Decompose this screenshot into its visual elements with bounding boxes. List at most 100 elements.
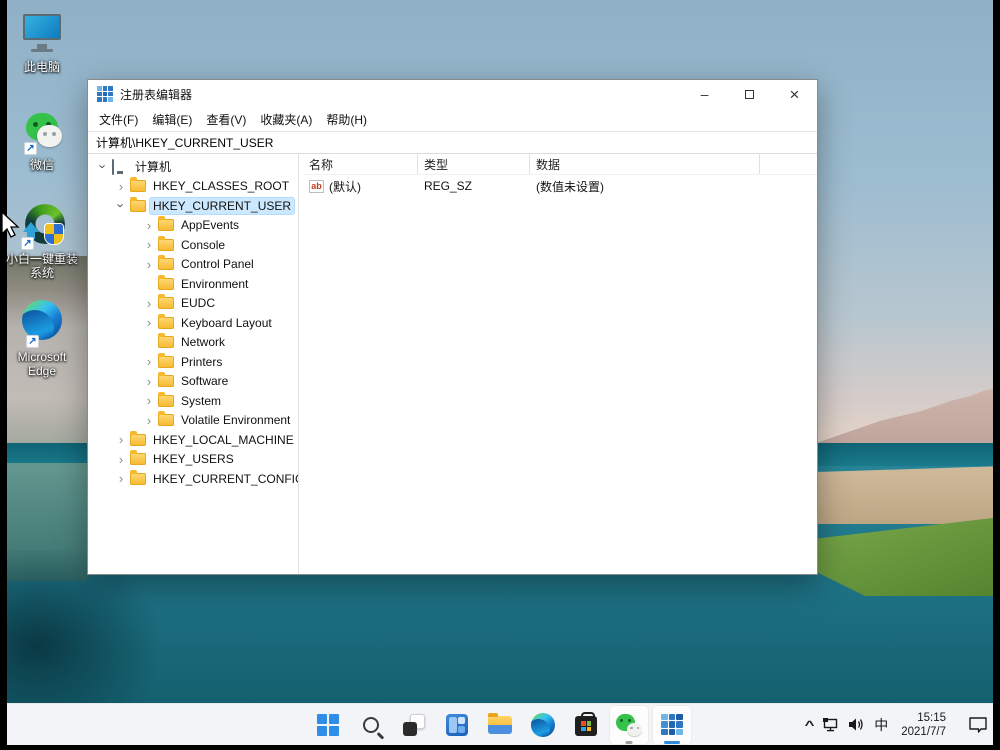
chevron-right-icon[interactable]: › (114, 472, 128, 485)
values-pane: 名称 类型 数据 ab (默认) REG_SZ (数值未设置) (303, 154, 817, 574)
value-data: (数值未设置) (536, 178, 604, 195)
menu-view[interactable]: 查看(V) (199, 108, 253, 131)
wechat-icon (616, 714, 642, 736)
tree-item-hkcu[interactable]: ›HKEY_CURRENT_USER (88, 196, 298, 216)
desktop-icon-label: 小白一键重装 系统 (2, 252, 82, 280)
this-pc-icon (2, 10, 82, 58)
value-type: REG_SZ (424, 179, 472, 193)
registry-editor-icon (661, 714, 683, 736)
chevron-right-icon[interactable]: › (142, 258, 156, 271)
chevron-right-icon[interactable]: › (114, 453, 128, 466)
folder-icon (130, 180, 146, 192)
menu-bar: 文件(F) 编辑(E) 查看(V) 收藏夹(A) 帮助(H) (88, 108, 817, 131)
menu-favorites[interactable]: 收藏夹(A) (253, 108, 319, 131)
close-icon: × (790, 86, 800, 103)
desktop-icon-edge[interactable]: ↗ Microsoft Edge (2, 300, 82, 378)
desktop-icon-this-pc[interactable]: 此电脑 (2, 10, 82, 74)
tree-item-eudc[interactable]: ›EUDC (88, 294, 298, 314)
title-bar[interactable]: 注册表编辑器 – × (88, 80, 817, 108)
taskbar: ^ 中 15:15 2021/7/7 (7, 703, 993, 745)
file-explorer-icon (488, 716, 512, 734)
menu-file[interactable]: 文件(F) (92, 108, 145, 131)
tree-item-computer[interactable]: ›计算机 (88, 157, 298, 177)
folder-icon (158, 297, 174, 309)
tree-item-hkcc[interactable]: ›HKEY_CURRENT_CONFIG (88, 469, 298, 489)
value-row-default[interactable]: ab (默认) REG_SZ (数值未设置) (303, 175, 817, 197)
tree-item-keyboard-layout[interactable]: ›Keyboard Layout (88, 313, 298, 333)
registry-editor-window: 注册表编辑器 – × 文件(F) 编辑(E) 查看(V) 收藏夹(A) 帮助(H… (87, 79, 818, 575)
tree-item-console[interactable]: ›Console (88, 235, 298, 255)
computer-icon (112, 160, 128, 174)
chevron-down-icon[interactable]: › (115, 199, 128, 213)
tree-item-hku[interactable]: ›HKEY_USERS (88, 450, 298, 470)
wechat-icon: ↗ (2, 108, 82, 156)
chevron-right-icon[interactable]: › (142, 375, 156, 388)
desktop-icon-wechat[interactable]: ↗ 微信 (2, 108, 82, 172)
microsoft-store-icon (575, 716, 597, 736)
taskbar-clock[interactable]: 15:15 2021/7/7 (897, 711, 950, 739)
menu-help[interactable]: 帮助(H) (319, 108, 374, 131)
chevron-right-icon[interactable]: › (142, 414, 156, 427)
folder-icon (130, 200, 146, 212)
file-explorer-button[interactable] (480, 705, 520, 745)
list-header: 名称 类型 数据 (303, 154, 817, 175)
maximize-icon (745, 90, 754, 99)
widgets-button[interactable] (437, 705, 477, 745)
address-path: 计算机\HKEY_CURRENT_USER (96, 134, 273, 151)
search-button[interactable] (351, 705, 391, 745)
chevron-right-icon[interactable]: › (142, 394, 156, 407)
close-button[interactable]: × (772, 80, 817, 108)
maximize-button[interactable] (727, 80, 772, 108)
notification-center-icon[interactable] (967, 715, 989, 735)
tree-item-printers[interactable]: ›Printers (88, 352, 298, 372)
string-value-icon: ab (309, 180, 324, 193)
folder-icon (158, 317, 174, 329)
chevron-right-icon[interactable]: › (114, 433, 128, 446)
chevron-right-icon[interactable]: › (142, 297, 156, 310)
tree-item-system[interactable]: ›System (88, 391, 298, 411)
tree-item-hklm[interactable]: ›HKEY_LOCAL_MACHINE (88, 430, 298, 450)
edge-icon: ↗ (2, 300, 82, 348)
chevron-down-icon[interactable]: › (97, 160, 110, 174)
network-icon[interactable] (822, 717, 839, 732)
column-header-name[interactable]: 名称 (303, 154, 418, 174)
tree-item-network[interactable]: ›Network (88, 333, 298, 353)
registry-editor-taskbar-button[interactable] (652, 705, 692, 745)
column-header-type[interactable]: 类型 (418, 154, 530, 174)
microsoft-store-button[interactable] (566, 705, 606, 745)
active-indicator (664, 741, 680, 744)
folder-icon (158, 356, 174, 368)
start-button[interactable] (308, 705, 348, 745)
chevron-right-icon[interactable]: › (142, 355, 156, 368)
task-view-button[interactable] (394, 705, 434, 745)
tree-item-appevents[interactable]: ›AppEvents (88, 216, 298, 236)
wallpaper-mountain (805, 389, 993, 447)
shortcut-arrow-icon: ↗ (21, 237, 34, 250)
desktop-icon-label: Microsoft Edge (2, 350, 82, 378)
column-header-data[interactable]: 数据 (530, 154, 760, 174)
wechat-taskbar-button[interactable] (609, 705, 649, 745)
folder-icon (158, 336, 174, 348)
edge-button[interactable] (523, 705, 563, 745)
tree-item-volatile-environment[interactable]: ›Volatile Environment (88, 411, 298, 431)
menu-edit[interactable]: 编辑(E) (145, 108, 199, 131)
registry-tree: ›计算机 ›HKEY_CLASSES_ROOT ›HKEY_CURRENT_US… (88, 154, 298, 574)
value-name: (默认) (329, 178, 361, 195)
address-bar[interactable]: 计算机\HKEY_CURRENT_USER (88, 131, 817, 154)
tree-item-environment[interactable]: ›Environment (88, 274, 298, 294)
chevron-right-icon[interactable]: › (142, 316, 156, 329)
tree-item-hkcr[interactable]: ›HKEY_CLASSES_ROOT (88, 177, 298, 197)
chevron-right-icon[interactable]: › (114, 180, 128, 193)
ime-indicator[interactable]: 中 (874, 715, 888, 735)
volume-icon[interactable] (848, 717, 865, 732)
minimize-icon: – (701, 86, 709, 102)
tree-item-control-panel[interactable]: ›Control Panel (88, 255, 298, 275)
edge-icon (531, 713, 555, 737)
tree-item-software[interactable]: ›Software (88, 372, 298, 392)
minimize-button[interactable]: – (682, 80, 727, 108)
chevron-right-icon[interactable]: › (142, 219, 156, 232)
hidden-icons-chevron[interactable]: ^ (805, 718, 815, 732)
widgets-icon (446, 714, 468, 736)
folder-icon (158, 375, 174, 387)
chevron-right-icon[interactable]: › (142, 238, 156, 251)
